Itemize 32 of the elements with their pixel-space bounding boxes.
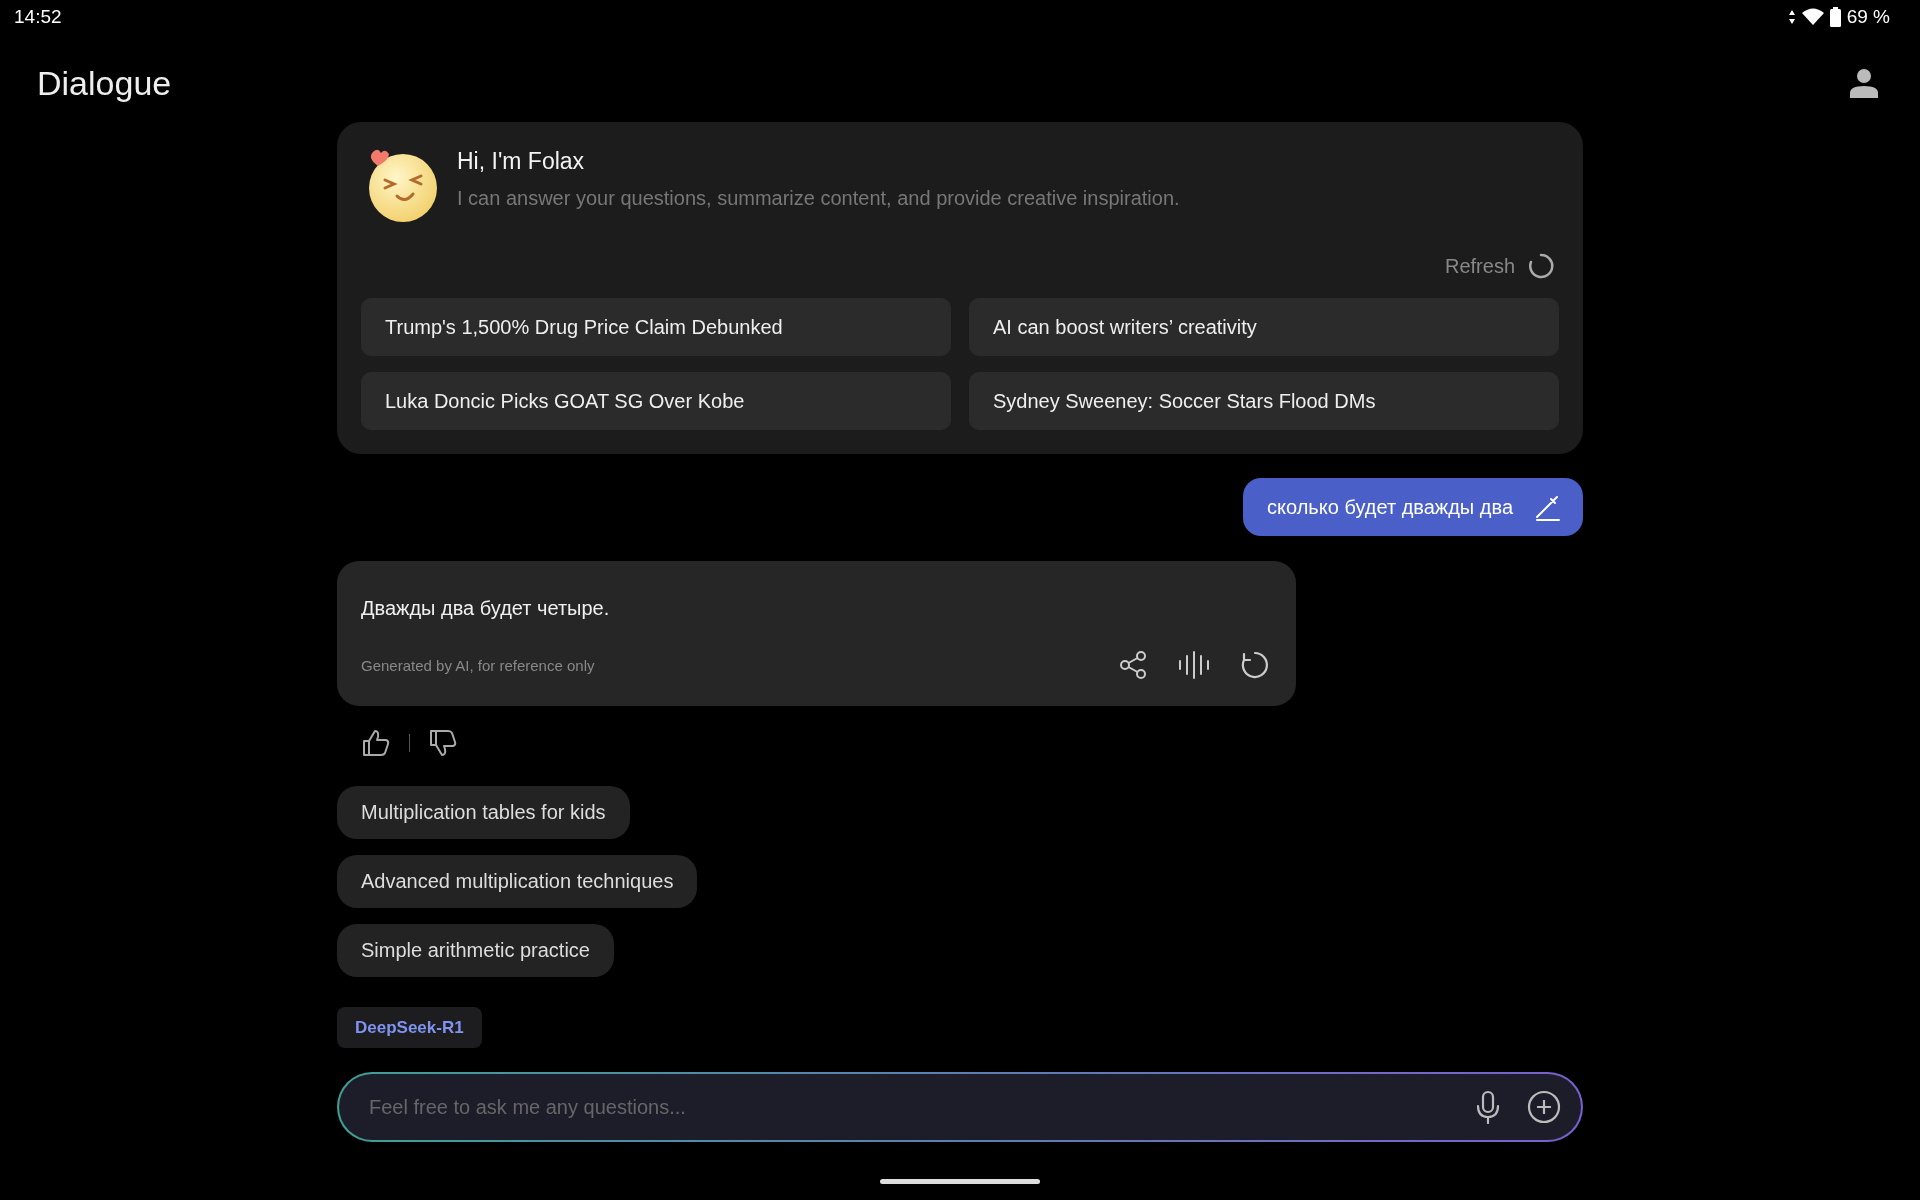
thumbs-down-icon[interactable] xyxy=(428,728,458,758)
add-icon[interactable] xyxy=(1527,1090,1561,1124)
data-arrows-icon xyxy=(1787,9,1796,25)
regenerate-icon[interactable] xyxy=(1240,650,1270,680)
follow-up-suggestion[interactable]: Multiplication tables for kids xyxy=(337,786,630,839)
topic-suggestion[interactable]: Sydney Sweeney: Soccer Stars Flood DMs xyxy=(969,372,1559,430)
answer-text: Дважды два будет четыре. xyxy=(361,597,611,620)
ai-disclaimer: Generated by AI, for reference only xyxy=(361,656,595,674)
follow-up-suggestion[interactable]: Simple arithmetic practice xyxy=(337,924,614,977)
question-input-bar[interactable]: Feel free to ask me any questions... xyxy=(337,1072,1583,1142)
question-input-field[interactable]: Feel free to ask me any questions... xyxy=(367,1094,1449,1120)
status-time: 14:52 xyxy=(14,6,62,28)
profile-icon[interactable] xyxy=(1850,68,1878,98)
refresh-button[interactable]: Refresh xyxy=(1444,252,1559,280)
greeting-subtitle: I can answer your questions, summarize content, and provide creative inspiration. xyxy=(457,187,1180,210)
edit-icon[interactable] xyxy=(1533,493,1561,521)
sound-wave-icon[interactable] xyxy=(1178,650,1210,680)
page-title: Dialogue xyxy=(37,63,172,103)
greeting-title: Hi, I'm Folax xyxy=(457,148,586,175)
topic-suggestion[interactable]: Trump's 1,500% Drug Price Claim Debunked xyxy=(361,298,951,356)
battery-icon xyxy=(1829,7,1841,27)
share-icon[interactable] xyxy=(1118,650,1148,680)
wifi-icon xyxy=(1801,8,1824,26)
user-message-text: сколько будет дважды два xyxy=(1267,495,1513,519)
topic-suggestion[interactable]: AI can boost writers’ creativity xyxy=(969,298,1559,356)
battery-percent: 69 % xyxy=(1846,6,1890,28)
model-chip[interactable]: DeepSeek-R1 xyxy=(337,1007,482,1048)
refresh-icon xyxy=(1527,252,1555,280)
follow-up-suggestion[interactable]: Advanced multiplication techniques xyxy=(337,855,698,908)
thumbs-up-icon[interactable] xyxy=(361,728,391,758)
topic-suggestion[interactable]: Luka Doncic Picks GOAT SG Over Kobe xyxy=(361,372,951,430)
microphone-icon[interactable] xyxy=(1475,1090,1501,1124)
